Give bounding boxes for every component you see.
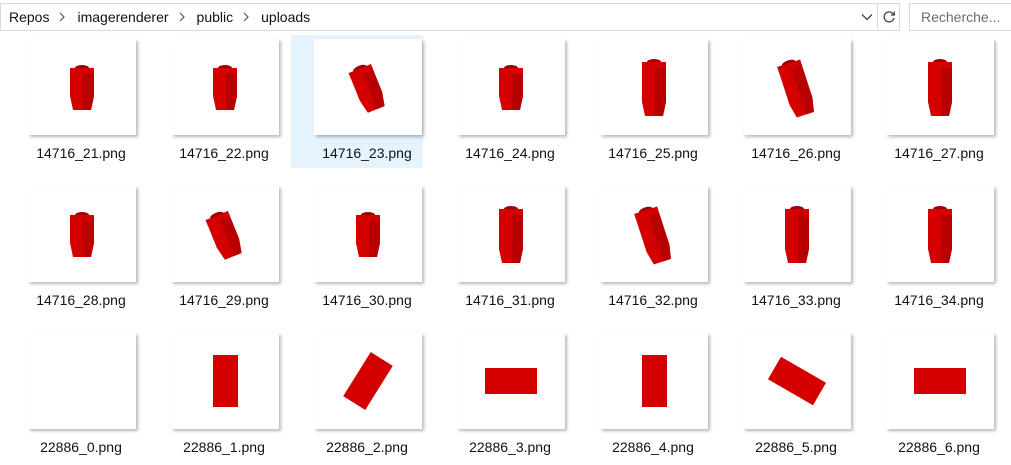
breadcrumb-repos[interactable]: Repos bbox=[1, 4, 55, 30]
brick-image bbox=[642, 59, 666, 116]
file-thumbnail[interactable] bbox=[314, 186, 422, 282]
file-item[interactable]: 14716_22.png bbox=[148, 35, 280, 168]
brick-image bbox=[213, 355, 238, 407]
file-item[interactable]: 22886_0.png bbox=[5, 329, 137, 462]
file-thumbnail[interactable] bbox=[314, 39, 422, 135]
file-item[interactable]: 22886_1.png bbox=[148, 329, 280, 462]
breadcrumb-uploads[interactable]: uploads bbox=[253, 4, 316, 30]
file-thumbnail[interactable] bbox=[314, 333, 422, 429]
file-item[interactable]: 22886_2.png bbox=[291, 329, 423, 462]
file-thumbnail[interactable] bbox=[457, 333, 565, 429]
file-name[interactable]: 14716_26.png bbox=[720, 145, 872, 161]
file-item[interactable]: 14716_34.png bbox=[863, 182, 995, 315]
file-name[interactable]: 14716_30.png bbox=[291, 292, 443, 308]
file-thumbnail[interactable] bbox=[28, 186, 136, 282]
navigation-bar: Repos imagerenderer public uploads Reche… bbox=[0, 0, 1011, 35]
file-item[interactable]: 22886_4.png bbox=[577, 329, 709, 462]
brick-image bbox=[777, 59, 814, 118]
file-name[interactable]: 14716_34.png bbox=[863, 292, 1011, 308]
refresh-button[interactable] bbox=[878, 3, 900, 31]
chevron-right-icon[interactable] bbox=[239, 4, 253, 30]
file-thumbnail[interactable] bbox=[743, 333, 851, 429]
file-item[interactable]: 14716_25.png bbox=[577, 35, 709, 168]
brick-image bbox=[642, 355, 667, 407]
file-thumbnail[interactable] bbox=[886, 39, 994, 135]
file-name[interactable]: 14716_23.png bbox=[291, 145, 443, 161]
file-thumbnail[interactable] bbox=[886, 186, 994, 282]
brick-image bbox=[348, 64, 385, 113]
file-name[interactable]: 22886_5.png bbox=[720, 439, 872, 455]
brick-image bbox=[28, 333, 136, 429]
brick-image bbox=[213, 65, 237, 110]
file-item[interactable]: 14716_33.png bbox=[720, 182, 852, 315]
file-name[interactable]: 14716_32.png bbox=[577, 292, 729, 308]
brick-image bbox=[928, 59, 952, 116]
file-name[interactable]: 14716_29.png bbox=[148, 292, 300, 308]
brick-image bbox=[499, 206, 523, 263]
brick-image bbox=[70, 212, 94, 257]
file-thumbnail[interactable] bbox=[886, 333, 994, 429]
file-item[interactable]: 14716_27.png bbox=[863, 35, 995, 168]
file-item[interactable]: 22886_5.png bbox=[720, 329, 852, 462]
file-item[interactable]: 14716_29.png bbox=[148, 182, 280, 315]
breadcrumb-public[interactable]: public bbox=[189, 4, 240, 30]
breadcrumb-imagerenderer[interactable]: imagerenderer bbox=[69, 4, 174, 30]
file-thumbnail[interactable] bbox=[600, 39, 708, 135]
file-name[interactable]: 14716_22.png bbox=[148, 145, 300, 161]
file-thumbnail[interactable] bbox=[28, 333, 136, 429]
file-thumbnail[interactable] bbox=[743, 39, 851, 135]
brick-image bbox=[205, 211, 242, 260]
file-item[interactable]: 22886_3.png bbox=[434, 329, 566, 462]
file-name[interactable]: 14716_33.png bbox=[720, 292, 872, 308]
file-name[interactable]: 14716_27.png bbox=[863, 145, 1011, 161]
brick-image bbox=[928, 206, 952, 263]
file-thumbnail[interactable] bbox=[743, 186, 851, 282]
file-name[interactable]: 14716_31.png bbox=[434, 292, 586, 308]
file-item[interactable]: 14716_28.png bbox=[5, 182, 137, 315]
file-name[interactable]: 22886_0.png bbox=[5, 439, 157, 455]
brick-image bbox=[343, 352, 393, 410]
brick-image bbox=[499, 65, 523, 110]
file-name[interactable]: 14716_21.png bbox=[5, 145, 157, 161]
brick-image bbox=[785, 206, 809, 263]
file-name[interactable]: 22886_3.png bbox=[434, 439, 586, 455]
file-thumbnail[interactable] bbox=[457, 39, 565, 135]
refresh-icon bbox=[882, 11, 895, 23]
file-thumbnail[interactable] bbox=[600, 186, 708, 282]
file-item[interactable]: 14716_24.png bbox=[434, 35, 566, 168]
address-bar[interactable]: Repos imagerenderer public uploads bbox=[0, 3, 878, 31]
brick-image bbox=[634, 206, 671, 265]
brick-image bbox=[70, 65, 94, 110]
file-item[interactable]: 14716_26.png bbox=[720, 35, 852, 168]
file-thumbnail[interactable] bbox=[171, 186, 279, 282]
chevron-right-icon[interactable] bbox=[175, 4, 189, 30]
file-name[interactable]: 22886_2.png bbox=[291, 439, 443, 455]
file-grid: 14716_21.png 14716_22.png 14716_23.png 1… bbox=[0, 35, 1011, 465]
file-name[interactable]: 22886_6.png bbox=[863, 439, 1011, 455]
brick-image bbox=[914, 368, 966, 394]
file-thumbnail[interactable] bbox=[600, 333, 708, 429]
file-thumbnail[interactable] bbox=[28, 39, 136, 135]
chevron-right-icon[interactable] bbox=[55, 4, 69, 30]
brick-image bbox=[356, 212, 380, 257]
brick-image bbox=[485, 368, 537, 394]
file-name[interactable]: 14716_24.png bbox=[434, 145, 586, 161]
file-item[interactable]: 14716_32.png bbox=[577, 182, 709, 315]
file-name[interactable]: 14716_28.png bbox=[5, 292, 157, 308]
file-item[interactable]: 22886_6.png bbox=[863, 329, 995, 462]
chevron-down-icon[interactable] bbox=[857, 4, 877, 30]
file-thumbnail[interactable] bbox=[457, 186, 565, 282]
brick-image bbox=[767, 356, 827, 406]
search-input[interactable]: Recherche... bbox=[909, 3, 1011, 31]
file-item[interactable]: 14716_23.png bbox=[291, 35, 423, 168]
file-name[interactable]: 22886_1.png bbox=[148, 439, 300, 455]
file-item[interactable]: 14716_30.png bbox=[291, 182, 423, 315]
file-name[interactable]: 22886_4.png bbox=[577, 439, 729, 455]
file-thumbnail[interactable] bbox=[171, 333, 279, 429]
file-thumbnail[interactable] bbox=[171, 39, 279, 135]
file-name[interactable]: 14716_25.png bbox=[577, 145, 729, 161]
file-item[interactable]: 14716_21.png bbox=[5, 35, 137, 168]
file-item[interactable]: 14716_31.png bbox=[434, 182, 566, 315]
